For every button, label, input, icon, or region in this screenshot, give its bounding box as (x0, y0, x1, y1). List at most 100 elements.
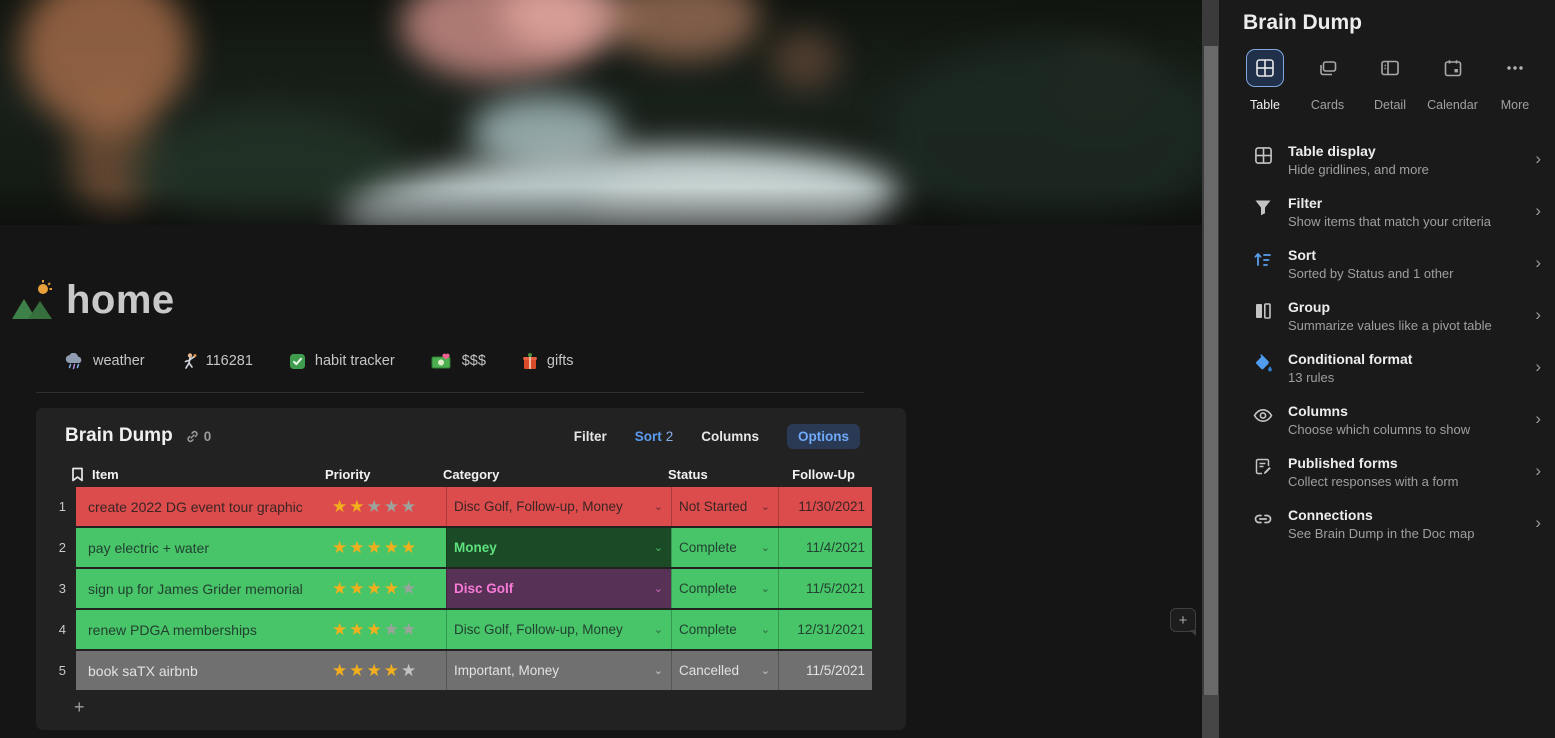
followup-cell[interactable]: 11/5/2021 (778, 569, 872, 608)
star-filled-icon[interactable]: ★ (332, 661, 348, 681)
quick-link[interactable]: habit tracker (289, 353, 395, 370)
column-header-followup[interactable]: Follow-Up (768, 467, 862, 482)
table-link-count[interactable]: 0 (185, 429, 211, 444)
scrollbar-thumb[interactable] (1203, 46, 1218, 695)
row-number[interactable]: 2 (44, 528, 66, 567)
sidebar-option-conditional-format[interactable]: Conditional format 13 rules › (1219, 342, 1555, 394)
followup-cell[interactable]: 12/31/2021 (778, 610, 872, 649)
category-cell[interactable]: Important, Money ⌄ (446, 651, 671, 690)
columns-button[interactable]: Columns (701, 429, 759, 444)
status-cell[interactable]: Complete ⌄ (671, 528, 778, 567)
column-header-item[interactable]: Item (66, 467, 318, 482)
category-cell[interactable]: Disc Golf ⌄ (446, 569, 671, 608)
status-cell[interactable]: Complete ⌄ (671, 569, 778, 608)
chevron-right-icon: › (1535, 253, 1541, 272)
quick-link[interactable]: 116281 (181, 352, 253, 370)
view-tab-more[interactable]: More (1489, 49, 1541, 112)
star-filled-icon[interactable]: ★ (349, 579, 365, 599)
star-filled-icon[interactable]: ★ (332, 579, 348, 599)
options-button[interactable]: Options (787, 423, 860, 449)
star-filled-icon[interactable]: ★ (332, 538, 348, 558)
star-empty-icon[interactable]: ★ (401, 661, 417, 681)
priority-cell[interactable]: ★ ★ ★ ★ ★ (328, 569, 446, 608)
status-cell[interactable]: Complete ⌄ (671, 610, 778, 649)
star-filled-icon[interactable]: ★ (349, 497, 365, 517)
sidebar-option-group[interactable]: Group Summarize values like a pivot tabl… (1219, 290, 1555, 342)
star-filled-icon[interactable]: ★ (367, 620, 383, 640)
item-cell[interactable]: book saTX airbnb (76, 651, 328, 690)
star-filled-icon[interactable]: ★ (384, 538, 400, 558)
view-tab-detail[interactable]: Detail (1364, 49, 1416, 112)
star-filled-icon[interactable]: ★ (332, 620, 348, 640)
quick-link[interactable]: gifts (522, 352, 574, 370)
filter-button[interactable]: Filter (574, 429, 607, 444)
chevron-down-icon: ⌄ (653, 665, 663, 677)
page-title: home (66, 278, 175, 322)
chevron-right-icon: › (1535, 305, 1541, 324)
view-tab-calendar[interactable]: Calendar (1427, 49, 1479, 112)
star-empty-icon[interactable]: ★ (401, 579, 417, 599)
sidebar-option-published-forms[interactable]: Published forms Collect responses with a… (1219, 446, 1555, 498)
insert-block-button[interactable]: + (1170, 608, 1196, 636)
quick-link[interactable]: weather (65, 352, 145, 370)
sort-button[interactable]: Sort 2 (635, 429, 674, 444)
star-filled-icon[interactable]: ★ (367, 661, 383, 681)
add-row-button[interactable]: + (74, 698, 85, 716)
paint-bucket-icon (1253, 353, 1273, 373)
row-number[interactable]: 5 (44, 651, 66, 690)
row-number[interactable]: 4 (44, 610, 66, 649)
column-header-priority[interactable]: Priority (318, 467, 436, 482)
category-cell[interactable]: Disc Golf, Follow-up, Money ⌄ (446, 610, 671, 649)
item-cell[interactable]: sign up for James Grider memorial (76, 569, 328, 608)
priority-cell[interactable]: ★ ★ ★ ★ ★ (328, 610, 446, 649)
table-rows: 1 create 2022 DG event tour graphic ★ ★ ★ ★… (44, 487, 898, 692)
view-tab-cards[interactable]: Cards (1302, 49, 1354, 112)
app-root: home weather 116281 habit tracker $$$ gi… (0, 0, 1555, 738)
star-filled-icon[interactable]: ★ (349, 620, 365, 640)
quick-link[interactable]: $$$ (431, 353, 486, 370)
column-header-category[interactable]: Category (436, 467, 661, 482)
sidebar-option-connections[interactable]: Connections See Brain Dump in the Doc ma… (1219, 498, 1555, 550)
item-cell[interactable]: pay electric + water (76, 528, 328, 567)
view-tab-table[interactable]: Table (1239, 49, 1291, 112)
item-cell[interactable]: renew PDGA memberships (76, 610, 328, 649)
priority-cell[interactable]: ★ ★ ★ ★ ★ (328, 651, 446, 690)
detail-view-icon (1380, 58, 1400, 78)
table-title[interactable]: Brain Dump (65, 425, 173, 447)
star-filled-icon[interactable]: ★ (367, 538, 383, 558)
star-filled-icon[interactable]: ★ (349, 538, 365, 558)
status-cell[interactable]: Cancelled ⌄ (671, 651, 778, 690)
followup-cell[interactable]: 11/4/2021 (778, 528, 872, 567)
priority-cell[interactable]: ★ ★ ★ ★ ★ (328, 487, 446, 526)
star-empty-icon[interactable]: ★ (384, 497, 400, 517)
star-filled-icon[interactable]: ★ (401, 538, 417, 558)
sidebar-option-columns[interactable]: Columns Choose which columns to show › (1219, 394, 1555, 446)
star-filled-icon[interactable]: ★ (367, 579, 383, 599)
table-view-icon (1255, 58, 1275, 78)
category-cell[interactable]: Disc Golf, Follow-up, Money ⌄ (446, 487, 671, 526)
sidebar-title: Brain Dump (1243, 11, 1363, 34)
followup-cell[interactable]: 11/5/2021 (778, 651, 872, 690)
row-number[interactable]: 1 (44, 487, 66, 526)
sidebar-option-sort[interactable]: Sort Sorted by Status and 1 other › (1219, 238, 1555, 290)
sidebar-option-filter[interactable]: Filter Show items that match your criter… (1219, 186, 1555, 238)
followup-cell[interactable]: 11/30/2021 (778, 487, 872, 526)
vertical-scrollbar[interactable] (1202, 0, 1219, 738)
star-filled-icon[interactable]: ★ (384, 661, 400, 681)
row-number[interactable]: 3 (44, 569, 66, 608)
star-empty-icon[interactable]: ★ (401, 620, 417, 640)
star-empty-icon[interactable]: ★ (384, 620, 400, 640)
star-filled-icon[interactable]: ★ (384, 579, 400, 599)
sidebar-option-table-display[interactable]: Table display Hide gridlines, and more › (1219, 134, 1555, 186)
status-cell[interactable]: Not Started ⌄ (671, 487, 778, 526)
priority-cell[interactable]: ★ ★ ★ ★ ★ (328, 528, 446, 567)
item-cell[interactable]: create 2022 DG event tour graphic (76, 487, 328, 526)
column-header-status[interactable]: Status (661, 467, 768, 482)
category-cell[interactable]: Money ⌄ (446, 528, 671, 567)
filter-funnel-icon (1253, 197, 1273, 217)
cards-view-icon (1318, 58, 1338, 78)
star-filled-icon[interactable]: ★ (349, 661, 365, 681)
star-empty-icon[interactable]: ★ (401, 497, 417, 517)
star-empty-icon[interactable]: ★ (367, 497, 383, 517)
star-filled-icon[interactable]: ★ (332, 497, 348, 517)
